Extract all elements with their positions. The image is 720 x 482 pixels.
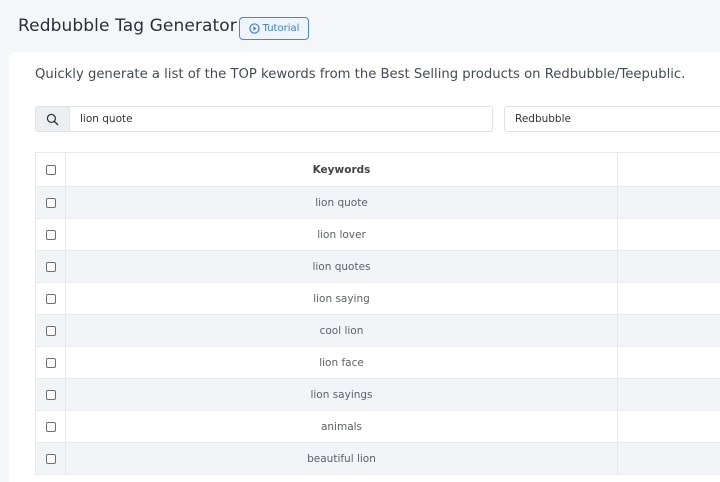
row-checkbox[interactable]	[45, 421, 56, 432]
keyword-cell: cool lion	[66, 315, 618, 346]
table-row: lion lover	[36, 219, 720, 251]
row-checkbox[interactable]	[45, 453, 56, 464]
row-checkbox[interactable]	[45, 325, 56, 336]
row-checkbox[interactable]	[45, 389, 56, 400]
keywords-column-header: Keywords	[66, 153, 618, 186]
table-row: beautiful lion	[36, 443, 720, 475]
search-input[interactable]	[70, 107, 492, 131]
search-button[interactable]	[36, 107, 70, 131]
platform-select[interactable]: Redbubble	[504, 106, 720, 132]
tutorial-button[interactable]: Tutorial	[239, 17, 309, 40]
keyword-cell: lion quote	[66, 187, 618, 218]
keywords-table: Keywords lion quote lion lover lion quot…	[35, 152, 720, 475]
table-row: lion saying	[36, 283, 720, 315]
tag-generator-card: Quickly generate a list of the TOP kewor…	[9, 52, 720, 482]
table-row: animals	[36, 411, 720, 443]
keyword-cell: lion lover	[66, 219, 618, 250]
keyword-cell: lion quotes	[66, 251, 618, 282]
table-row: lion quote	[36, 187, 720, 219]
row-checkbox[interactable]	[45, 357, 56, 368]
platform-select-value: Redbubble	[515, 113, 571, 125]
table-row: cool lion	[36, 315, 720, 347]
keyword-cell: lion sayings	[66, 379, 618, 410]
table-header-row: Keywords	[36, 153, 720, 187]
keyword-cell: lion face	[66, 347, 618, 378]
keyword-cell: beautiful lion	[66, 443, 618, 474]
page-title: Redbubble Tag Generator	[18, 16, 237, 36]
header-bar: Redbubble Tag Generator Tutorial	[0, 0, 720, 52]
description-text: Quickly generate a list of the TOP kewor…	[35, 67, 686, 82]
row-checkbox[interactable]	[45, 261, 56, 272]
row-checkbox[interactable]	[45, 229, 56, 240]
row-checkbox[interactable]	[45, 197, 56, 208]
tutorial-label: Tutorial	[262, 23, 300, 34]
table-row: lion face	[36, 347, 720, 379]
keyword-cell: lion saying	[66, 283, 618, 314]
row-checkbox[interactable]	[45, 293, 56, 304]
keyword-cell: animals	[66, 411, 618, 442]
table-row: lion sayings	[36, 379, 720, 411]
play-circle-icon	[248, 23, 260, 34]
table-row: lion quotes	[36, 251, 720, 283]
search-box	[35, 106, 493, 132]
search-icon	[46, 113, 59, 125]
select-all-checkbox[interactable]	[45, 164, 56, 175]
